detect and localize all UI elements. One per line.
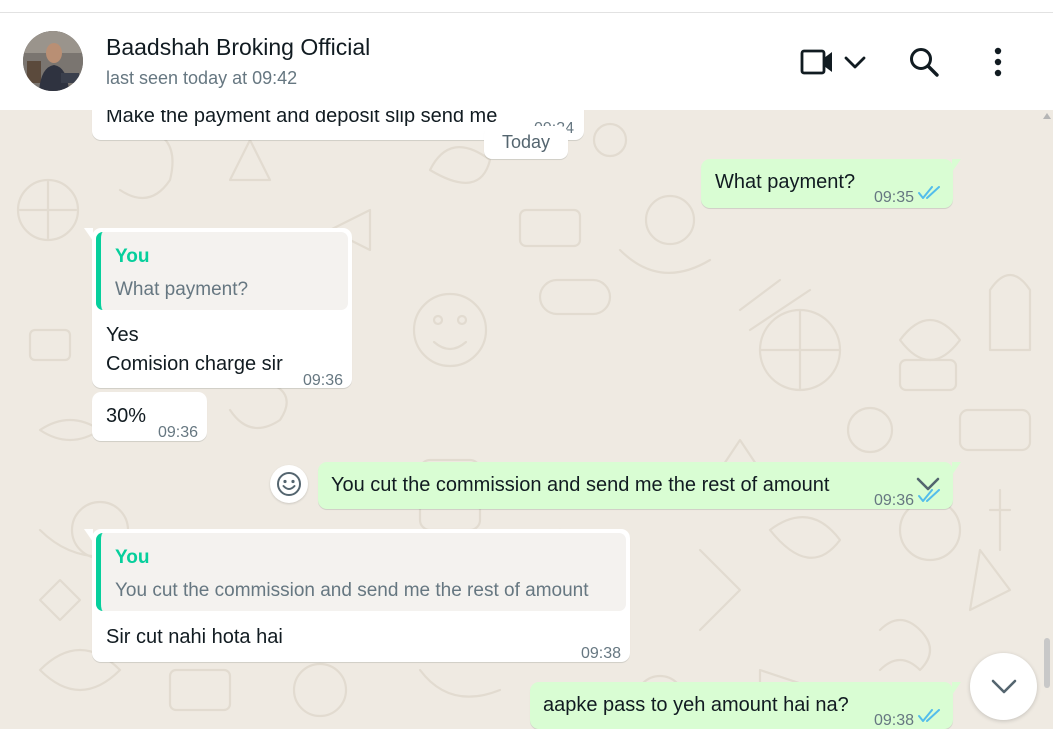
chevron-down-icon[interactable] (844, 56, 866, 70)
scrollbar-thumb[interactable] (1044, 638, 1050, 688)
react-emoji-button[interactable] (270, 465, 308, 503)
scroll-up-arrow-icon[interactable] (1043, 113, 1051, 119)
message-options-chevron-icon[interactable] (916, 476, 940, 492)
date-divider: Today (484, 126, 568, 159)
bubble-tail (952, 682, 961, 695)
message-incoming-reply[interactable]: You You cut the commission and send me t… (84, 529, 630, 662)
smiley-icon (277, 472, 301, 496)
contact-name[interactable]: Baadshah Broking Official (106, 34, 370, 61)
message-incoming-reply[interactable]: You What payment? Yes Comision charge si… (84, 228, 352, 389)
quote-author: You (115, 246, 150, 267)
menu-icon[interactable] (992, 47, 1004, 77)
bubble-tail (84, 228, 93, 241)
message-time: 09:38 (581, 645, 622, 662)
window-top-strip (0, 0, 1053, 13)
message-text: 30% (106, 405, 147, 427)
read-ticks-icon (918, 709, 940, 722)
chat-panel[interactable]: Make the payment and deposit slip send m… (0, 110, 1053, 729)
message-time: 09:35 (874, 189, 915, 206)
bubble-tail (84, 529, 93, 542)
message-text: Sir cut nahi hota hai (106, 626, 283, 648)
scroll-to-bottom-button[interactable] (970, 653, 1037, 720)
quoted-message[interactable]: You You cut the commission and send me t… (96, 533, 626, 611)
search-icon[interactable] (908, 46, 940, 78)
bubble-tail (952, 462, 961, 475)
message-text: What payment? (715, 171, 856, 193)
message-text-line: Comision charge sir (106, 353, 283, 375)
message-time: 09:36 (158, 424, 199, 441)
bubble-tail (952, 159, 961, 172)
chat-scrollbar[interactable] (1041, 110, 1053, 729)
quote-text: You cut the commission and send me the r… (115, 580, 589, 601)
contact-avatar[interactable] (23, 31, 83, 91)
message-time: 09:38 (874, 712, 915, 729)
message-text-line: Yes (106, 324, 139, 346)
message-text: You cut the commission and send me the r… (331, 474, 830, 496)
message-outgoing[interactable]: What payment? 09:35 (701, 159, 961, 208)
quote-author: You (115, 547, 150, 568)
chevron-down-icon (991, 679, 1017, 694)
message-outgoing[interactable]: aapke pass to yeh amount hai na? 09:38 (530, 682, 961, 729)
message-time: 09:36 (874, 492, 915, 509)
message-time: 09:36 (303, 372, 344, 389)
last-seen-status: last seen today at 09:42 (106, 68, 298, 88)
video-call-icon[interactable] (800, 49, 834, 75)
chat-header[interactable]: Baadshah Broking Official last seen toda… (0, 13, 1053, 110)
message-text: aapke pass to yeh amount hai na? (543, 694, 849, 716)
message-text: Make the payment and deposit slip send m… (106, 110, 498, 127)
message-outgoing[interactable]: You cut the commission and send me the r… (318, 462, 961, 509)
read-ticks-icon (918, 186, 940, 199)
message-incoming[interactable]: 30% 09:36 (92, 392, 207, 441)
quoted-message[interactable]: You What payment? (96, 232, 348, 310)
quote-text: What payment? (115, 279, 249, 300)
